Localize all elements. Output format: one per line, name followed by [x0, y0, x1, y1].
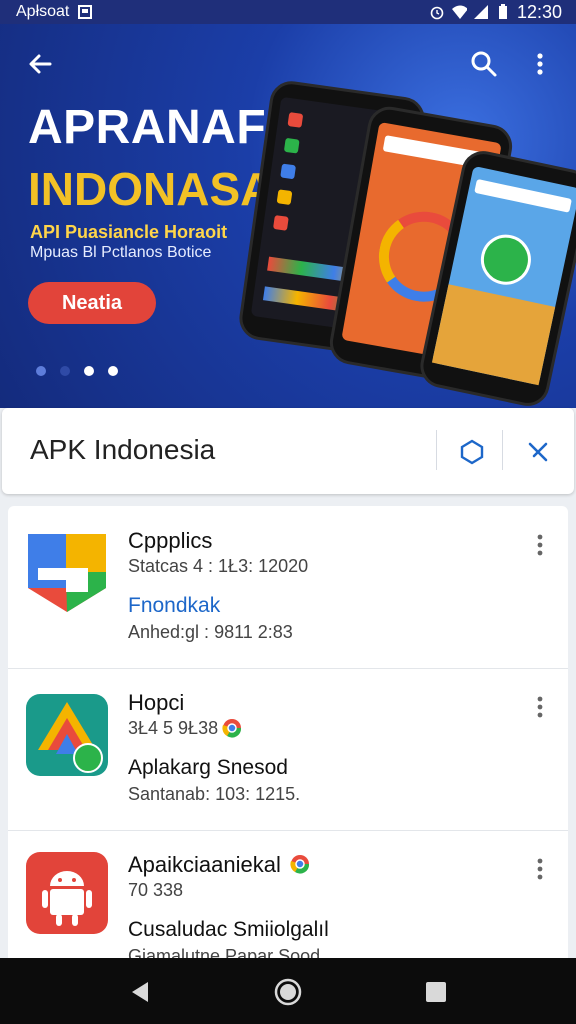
status-app-label: Apłsoat: [16, 3, 70, 20]
hero-subtitle-line2: Mpuas Bl Pctlanos Botice: [30, 244, 212, 261]
hexagon-icon[interactable]: [458, 438, 486, 466]
store-header-card: APK Indonesia: [2, 408, 574, 494]
app-icon-android[interactable]: [26, 852, 108, 934]
more-vert-icon[interactable]: [530, 532, 550, 558]
hero-banner[interactable]: APRANAFIK INDONASAI API Puasiancle Horao…: [0, 24, 576, 408]
status-bar: Apłsoat 12:30: [0, 0, 576, 24]
signal-icon: [473, 4, 489, 20]
chrome-badge-icon: [222, 718, 242, 738]
hero-subtitle-line1: API Puasiancle Horaoit: [30, 222, 228, 242]
divider: [436, 430, 437, 470]
list-item[interactable]: Cppplics Statcas 4 : 1Ł3: 12020 Fnondkak…: [8, 506, 568, 669]
hero-cta-button[interactable]: Neatia: [28, 282, 156, 324]
share-icon[interactable]: [524, 438, 552, 466]
carousel-dot[interactable]: [108, 366, 118, 376]
app-subtitle: Aplakarg Snesod: [128, 756, 288, 779]
app-details: Santanab: 103: 1215.: [128, 784, 301, 804]
list-item[interactable]: Apaikciaaniekal 70 338 Cusaludac Smiiolg…: [8, 830, 568, 966]
carousel-dot[interactable]: [60, 366, 70, 376]
status-time: 12:30: [516, 1, 562, 22]
store-title: APK Indonesia: [30, 434, 216, 465]
app-meta: 70 338: [128, 880, 184, 900]
more-vert-icon[interactable]: [530, 694, 550, 720]
carousel-dot[interactable]: [36, 366, 46, 376]
back-arrow-icon[interactable]: [24, 48, 56, 80]
app-list: Cppplics Statcas 4 : 1Ł3: 12020 Fnondkak…: [8, 506, 568, 966]
hero-title-line2: INDONASAI: [28, 163, 287, 215]
app-meta: 3Ł4 5 9Ł38: [128, 718, 219, 738]
system-nav-bar: [0, 958, 576, 1024]
carousel-dot-active[interactable]: [84, 366, 94, 376]
app-name: Cppplics: [128, 528, 213, 553]
nav-back-icon[interactable]: [126, 978, 154, 1006]
app-meta: Statcas 4 : 1Ł3: 12020: [128, 556, 309, 576]
app-name: Apaikciaaniekal: [128, 852, 281, 877]
notification-icon: [77, 4, 93, 20]
wifi-icon: [451, 4, 467, 20]
phones-illustration: [236, 58, 576, 408]
nav-home-icon[interactable]: [272, 976, 304, 1008]
app-subtitle: Cusaludac Smiiolgalıl: [128, 918, 329, 941]
list-item[interactable]: Hopci 3Ł4 5 9Ł38 Aplakarg Snesod Santana…: [8, 668, 568, 831]
chrome-badge-icon: [290, 854, 310, 874]
app-details: Anhed:gl : 9811 2:83: [128, 622, 293, 642]
app-subtitle: Fnondkak: [128, 594, 221, 617]
app-name: Hopci: [128, 690, 185, 715]
divider: [502, 430, 503, 470]
alarm-icon: [429, 4, 445, 20]
app-icon-cppplics[interactable]: [26, 532, 108, 614]
nav-recents-icon[interactable]: [424, 980, 448, 1004]
battery-icon: [495, 4, 511, 20]
app-icon-hopci[interactable]: [26, 694, 108, 776]
more-vert-icon[interactable]: [530, 856, 550, 882]
carousel-dots[interactable]: [36, 366, 118, 376]
